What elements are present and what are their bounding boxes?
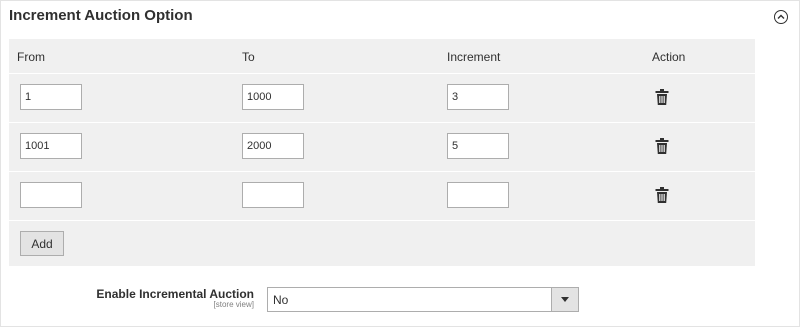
- caret-down-icon: [561, 297, 569, 302]
- from-input[interactable]: [20, 133, 82, 159]
- scope-label: [store view]: [213, 300, 254, 309]
- increment-table: From To Increment Action 1 1000 3 1001 2…: [9, 39, 755, 266]
- increment-input[interactable]: [447, 133, 509, 159]
- enable-incremental-auction-select[interactable]: No: [267, 287, 579, 312]
- column-header-to: To: [242, 50, 255, 64]
- row-divider: [9, 122, 755, 123]
- from-input[interactable]: [20, 182, 82, 208]
- section-title: Increment Auction Option: [9, 7, 193, 24]
- trash-icon[interactable]: [655, 138, 669, 154]
- from-input[interactable]: [20, 84, 82, 110]
- increment-input[interactable]: [447, 182, 509, 208]
- select-value: No: [273, 293, 289, 307]
- trash-icon[interactable]: [655, 89, 669, 105]
- add-row-button[interactable]: Add: [20, 231, 64, 256]
- collapse-button[interactable]: [774, 10, 788, 24]
- enable-incremental-auction-label: Enable Incremental Auction: [96, 287, 254, 301]
- to-input[interactable]: [242, 182, 304, 208]
- column-header-action: Action: [652, 50, 686, 64]
- column-header-increment: Increment: [447, 50, 501, 64]
- increment-input[interactable]: [447, 84, 509, 110]
- dropdown-toggle[interactable]: [551, 288, 578, 311]
- to-input[interactable]: [242, 84, 304, 110]
- row-divider: [9, 220, 755, 221]
- column-header-from: From: [17, 50, 45, 64]
- trash-icon[interactable]: [655, 187, 669, 203]
- chevron-up-circle-icon: [777, 14, 785, 20]
- increment-auction-panel: Increment Auction Option From To Increme…: [0, 0, 800, 327]
- to-input[interactable]: [242, 133, 304, 159]
- row-divider: [9, 171, 755, 172]
- row-divider: [9, 73, 755, 74]
